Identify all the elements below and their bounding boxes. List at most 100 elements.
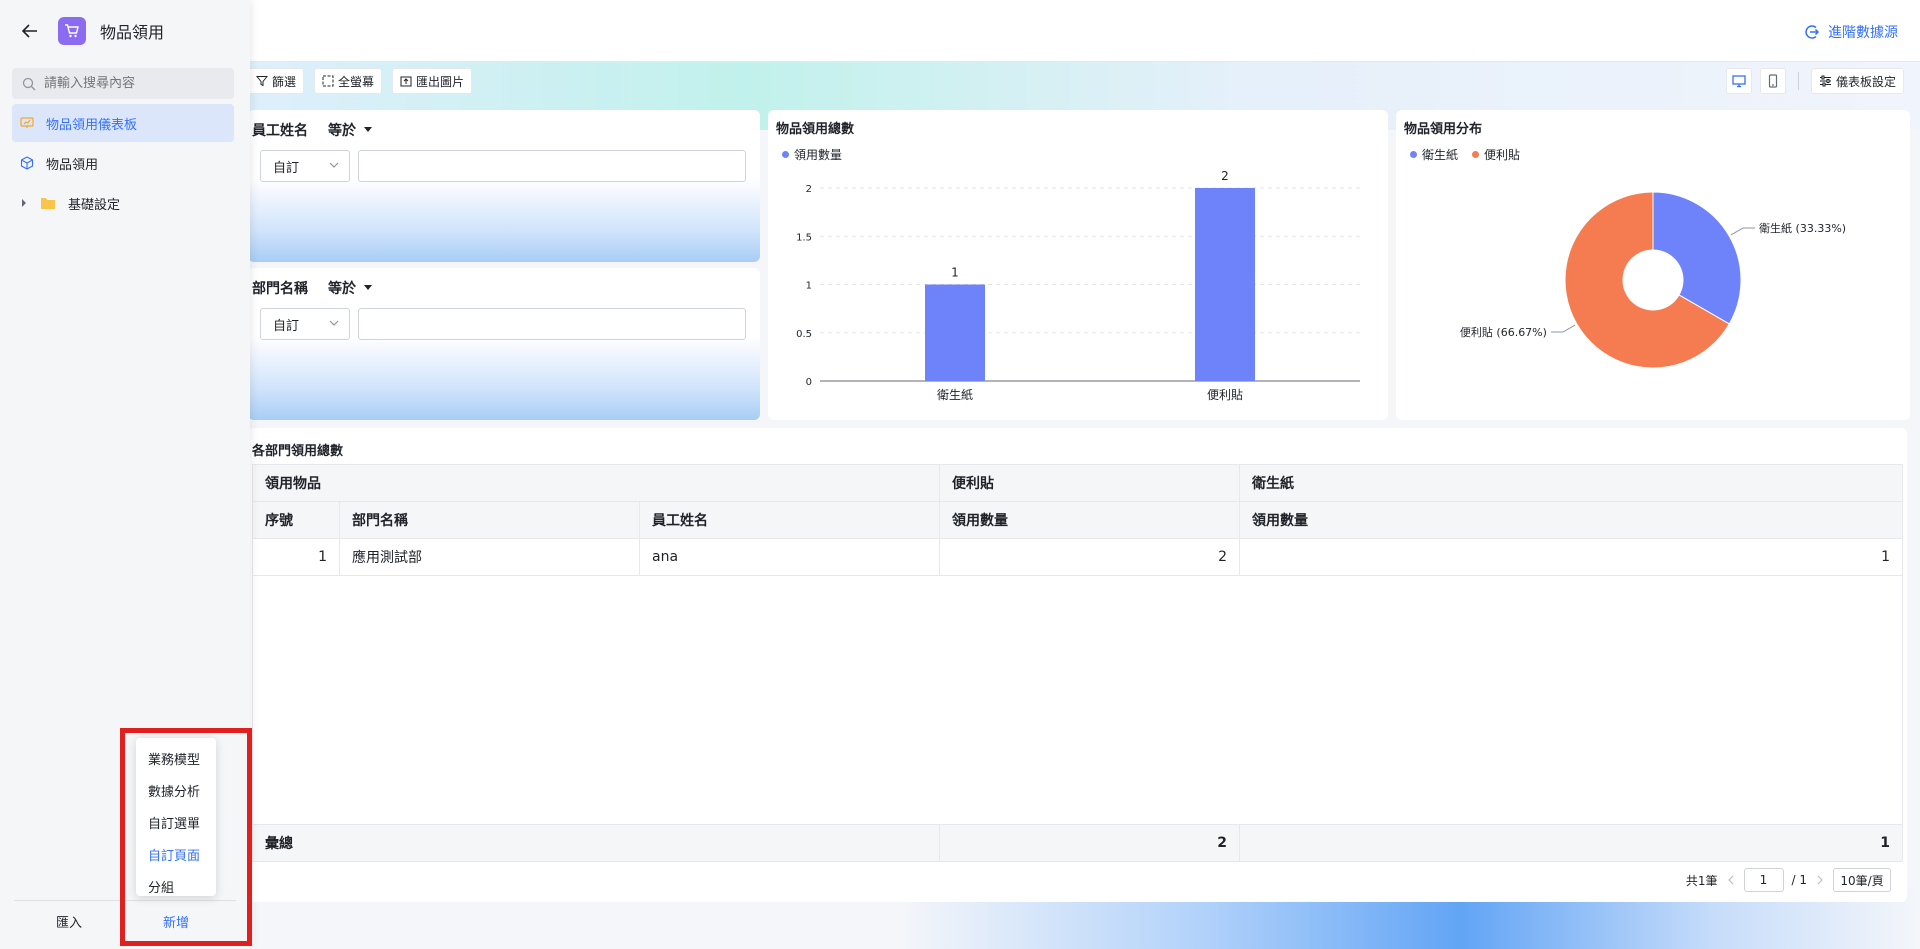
pie-chart: 衛生紙 (33.33%) 便利貼 (66.67%) [1460,191,1846,369]
funnel-icon [256,76,268,87]
cell-sticky-qty: 2 [939,538,1240,576]
advanced-data-source-label: 進階數據源 [1828,25,1898,41]
column-header[interactable]: 領用數量 [1239,501,1903,539]
sidebar-item-requisition[interactable]: 物品領用 [12,144,234,182]
total-count: 共1筆 [1685,873,1718,888]
sidebar-item-label: 物品領用 [46,157,99,173]
column-header[interactable]: 部門名稱 [339,501,640,539]
total-row: 彙總 2 1 [252,824,1903,862]
filter-operator-employee[interactable]: 等於 [328,120,372,140]
caret-down-icon [364,127,372,132]
menu-item-data-analysis[interactable]: 數據分析 [136,774,216,806]
bar [925,284,985,381]
bar-chart: 0 0.5 1 1.5 2 1 衛生紙 2 便利貼 [796,169,1360,402]
pie-label-leader [1730,227,1756,236]
filter-value-input-employee[interactable] [358,150,746,182]
cart-icon [58,17,86,45]
back-arrow-icon[interactable] [20,21,40,41]
column-header-row: 序號 部門名稱 員工姓名 領用數量 領用數量 [252,501,1903,539]
search-icon [22,77,36,90]
filter-value-input-department[interactable] [358,308,746,340]
sidebar-item-settings-folder[interactable]: 基礎設定 [12,184,234,222]
sidebar-search[interactable] [12,68,234,99]
filter-mode-select-employee[interactable]: 自訂 [260,150,350,182]
group-header-sticky: 便利貼 [939,464,1240,502]
table-title: 各部門領用總數 [252,444,344,459]
y-tick-label: 0.5 [796,329,812,340]
menu-item-custom-menu[interactable]: 自訂選單 [136,806,216,838]
column-header[interactable]: 員工姓名 [639,501,940,539]
total-sticky: 2 [939,824,1240,862]
cell-name: ana [639,538,940,576]
menu-item-business-model[interactable]: 業務模型 [136,742,216,774]
pie-slice [1652,191,1742,325]
fullscreen-icon [322,75,334,87]
filter-button[interactable]: 篩選 [248,68,305,94]
toolbar-divider [1797,72,1799,90]
group-header-row: 領用物品 便利貼 衛生紙 [252,464,1903,502]
filter-mode-label: 自訂 [273,319,300,334]
page-number: 1 [1759,873,1768,887]
import-button[interactable]: 匯入 [56,912,82,931]
export-image-button[interactable]: 匯出圖片 [392,68,473,94]
search-input[interactable] [44,76,224,91]
folder-icon [41,198,55,209]
new-menu-popup: 業務模型 數據分析 自訂選單 自訂頁面 分組 [136,738,216,896]
sidebar-header: 物品領用 [0,0,250,62]
chevron-down-icon [329,320,339,326]
page-input[interactable]: 1 [1743,868,1784,892]
dashboard-settings-label: 儀表板設定 [1835,74,1896,89]
sidebar-item-label: 物品領用儀表板 [46,117,138,133]
mobile-icon [1768,74,1778,88]
cell-no: 1 [252,538,340,576]
filter-operator-label: 等於 [328,281,356,297]
filter-label-employee: 員工姓名 [252,123,308,139]
data-source-icon [1805,25,1820,39]
advanced-data-source-button[interactable]: 進階數據源 [1804,22,1898,42]
total-label: 彙總 [252,824,940,862]
menu-item-custom-page[interactable]: 自訂頁面 [136,838,216,870]
sidebar-item-dashboard[interactable]: 物品領用儀表板 [12,104,234,142]
filter-card-department: 部門名稱 等於 自訂 [248,268,760,420]
desktop-icon [1732,75,1746,88]
group-header-tissue: 衛生紙 [1239,464,1903,502]
table-row[interactable]: 1 應用測試部 ana 2 1 [252,538,1903,576]
y-tick-label: 2 [806,184,812,195]
page-total: / 1 [1791,873,1808,887]
data-table: 領用物品 便利貼 衛生紙 序號 部門名稱 員工姓名 領用數量 領用數量 1 應用… [252,464,1903,576]
sidebar-item-label: 基礎設定 [68,197,121,213]
dashboard-settings-button[interactable]: 儀表板設定 [1810,68,1904,94]
app-title: 物品領用 [100,23,165,42]
column-header[interactable]: 領用數量 [939,501,1240,539]
chevron-down-icon [329,162,339,168]
fullscreen-label: 全螢幕 [338,74,375,89]
total-table: 彙總 2 1 [252,824,1903,862]
menu-item-group[interactable]: 分組 [136,870,216,902]
new-button[interactable]: 新增 [163,912,189,931]
export-image-label: 匯出圖片 [416,74,465,89]
filter-mode-select-department[interactable]: 自訂 [260,308,350,340]
caret-down-icon [364,285,372,290]
column-header[interactable]: 序號 [252,501,340,539]
bar [1195,188,1255,381]
dashboard-toolbar: 篩選 全螢幕 匯出圖片 [248,68,473,94]
cell-dept: 應用測試部 [339,538,640,576]
filter-operator-department[interactable]: 等於 [328,278,372,298]
department-table-card: 各部門領用總數 領用物品 便利貼 衛生紙 序號 部門名稱 員工姓名 領用數量 領… [248,428,1907,902]
chevron-right-icon[interactable] [1815,875,1825,885]
pie-label-leader [1550,324,1576,333]
page-size-select[interactable]: 10筆/頁 [1833,868,1891,892]
filter-label-department: 部門名稱 [252,281,308,297]
mobile-view-button[interactable] [1759,68,1786,94]
filter-card-employee: 員工姓名 等於 自訂 [248,110,760,262]
page-size: 10筆/頁 [1840,873,1884,888]
y-tick-label: 1 [806,281,812,292]
desktop-view-button[interactable] [1725,68,1752,94]
x-tick-label: 衛生紙 [937,387,973,402]
cube-icon [20,156,34,170]
dashboard-canvas: 進階數據源 篩選 全螢幕 匯出圖片 儀表板設定 員工姓名 等於 自訂 部門名稱 … [0,0,1920,949]
data-label: 1 [951,266,959,280]
chevron-left-icon[interactable] [1726,875,1736,885]
table-empty-area [252,576,1903,824]
fullscreen-button[interactable]: 全螢幕 [314,68,383,94]
